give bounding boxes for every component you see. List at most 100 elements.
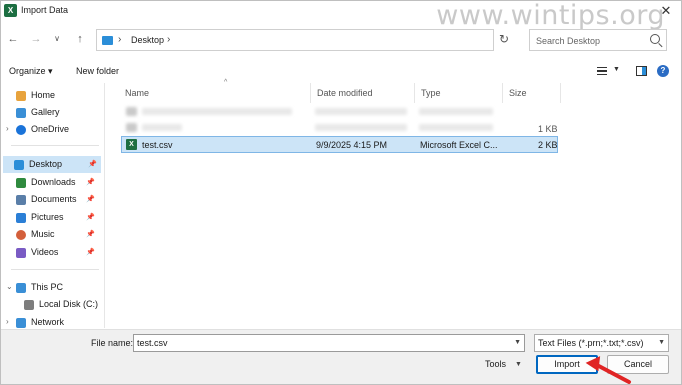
sidebar-item-label: Gallery — [31, 107, 60, 117]
sidebar-item-gallery[interactable]: Gallery — [5, 104, 99, 121]
pin-icon[interactable]: 📌 — [88, 160, 97, 168]
desktop-icon — [14, 160, 24, 170]
column-header-label: Date modified — [317, 88, 373, 98]
file-size: 2 KB — [538, 140, 558, 150]
pin-icon[interactable]: 📌 — [86, 248, 95, 256]
preview-pane-icon[interactable] — [636, 66, 647, 76]
downloads-icon — [16, 178, 26, 188]
refresh-icon[interactable]: ↻ — [499, 32, 509, 46]
sort-ascending-icon: ^ — [224, 79, 228, 86]
sidebar-item-label: Downloads — [31, 177, 76, 187]
address-location[interactable]: Desktop — [131, 35, 164, 45]
file-name-label: File name: — [91, 338, 134, 348]
sidebar-item-label: This PC — [31, 282, 64, 292]
file-type-filter-value[interactable]: Text Files (*.prn;*.txt;*.csv) — [538, 338, 644, 348]
sidebar-item-music[interactable]: Music 📌 — [5, 226, 99, 243]
navigation-bar: ← → ∨ ↑ › Desktop › ↻ Search Desktop — [1, 27, 681, 53]
help-icon[interactable]: ? — [657, 65, 669, 77]
local-disk-icon — [24, 300, 34, 310]
organize-button[interactable]: Organize ▾ — [9, 66, 53, 77]
sidebar-item-this-pc[interactable]: ⌄ This PC — [5, 279, 99, 296]
sidebar-item-videos[interactable]: Videos 📌 — [5, 244, 99, 261]
blurred-file-name — [142, 124, 182, 131]
chevron-down-icon[interactable]: ▼ — [514, 339, 521, 346]
address-bar[interactable]: › Desktop › — [96, 29, 494, 51]
sidebar-divider — [11, 145, 99, 146]
onedrive-icon — [16, 125, 26, 135]
sidebar-item-label: Local Disk (C:) — [39, 299, 99, 309]
up-arrow-icon[interactable]: ↑ — [72, 31, 88, 47]
sidebar-item-onedrive[interactable]: › OneDrive — [5, 121, 99, 138]
home-icon — [16, 91, 26, 101]
sidebar-item-desktop[interactable]: Desktop 📌 — [3, 156, 101, 173]
blurred-date — [315, 108, 407, 115]
blurred-file-icon — [126, 107, 137, 116]
tools-button[interactable]: Tools — [485, 359, 506, 369]
sidebar-item-home[interactable]: Home — [5, 87, 99, 104]
chevron-right-icon[interactable]: › — [6, 124, 9, 133]
excel-csv-file-icon: X — [126, 139, 137, 150]
sidebar-item-documents[interactable]: Documents 📌 — [5, 191, 99, 208]
back-arrow-icon[interactable]: ← — [5, 31, 21, 47]
search-icon[interactable] — [650, 34, 660, 44]
view-options-icon[interactable] — [597, 67, 607, 75]
file-name[interactable]: test.csv — [142, 140, 173, 150]
column-header-date[interactable]: Date modified — [311, 83, 415, 103]
column-header-label: Size — [509, 88, 527, 98]
file-list: Name ^ Date modified Type Size 1 KB X te… — [106, 79, 681, 328]
gallery-icon — [16, 108, 26, 118]
chevron-down-icon[interactable]: ⌄ — [6, 282, 13, 291]
chevron-down-icon[interactable]: ▼ — [658, 339, 665, 346]
file-name-value[interactable]: test.csv — [137, 338, 168, 348]
close-button[interactable]: ✕ — [657, 2, 675, 20]
sidebar-item-network[interactable]: › Network — [5, 314, 99, 328]
sidebar-item-label: Videos — [31, 247, 59, 257]
sidebar-item-label: Documents — [31, 194, 77, 204]
sidebar-item-downloads[interactable]: Downloads 📌 — [5, 174, 99, 191]
documents-icon — [16, 195, 26, 205]
chevron-right-icon[interactable]: › — [118, 34, 121, 45]
desktop-folder-icon — [102, 36, 113, 45]
network-icon — [16, 318, 26, 328]
file-type-filter-select[interactable]: Text Files (*.prn;*.txt;*.csv) ▼ — [534, 334, 669, 352]
column-header-name[interactable]: Name ^ — [119, 79, 311, 103]
sidebar-item-pictures[interactable]: Pictures 📌 — [5, 209, 99, 226]
pictures-icon — [16, 213, 26, 223]
sidebar-item-label: Network — [31, 317, 65, 327]
sidebar-item-local-disk[interactable]: Local Disk (C:) — [13, 296, 104, 313]
file-size: 1 KB — [538, 124, 558, 134]
view-caret-icon[interactable]: ▼ — [613, 66, 620, 73]
videos-icon — [16, 248, 26, 258]
pin-icon[interactable]: 📌 — [86, 178, 95, 186]
music-icon — [16, 230, 26, 240]
search-input[interactable]: Search Desktop — [536, 36, 600, 46]
new-folder-button[interactable]: New folder — [76, 66, 119, 76]
title-bar: X Import Data www.wintips.org ✕ — [1, 0, 681, 31]
forward-arrow-icon[interactable]: → — [28, 31, 44, 47]
column-header-label: Type — [421, 88, 441, 98]
table-row-selected[interactable]: X test.csv 9/9/2025 4:15 PM Microsoft Ex… — [121, 136, 558, 153]
column-header-type[interactable]: Type — [415, 83, 503, 103]
pin-icon[interactable]: 📌 — [86, 230, 95, 238]
blurred-file-name — [142, 108, 292, 115]
sidebar-item-label: Pictures — [31, 212, 64, 222]
tools-caret-icon[interactable]: ▼ — [515, 361, 522, 368]
chevron-right-icon[interactable]: › — [6, 317, 9, 326]
file-type: Microsoft Excel C... — [420, 140, 498, 150]
sidebar-item-label: Music — [31, 229, 55, 239]
column-header-size[interactable]: Size — [503, 83, 561, 103]
blurred-date — [315, 124, 407, 131]
search-box[interactable]: Search Desktop — [529, 29, 667, 51]
import-button[interactable]: Import — [536, 355, 598, 374]
column-header-label: Name — [125, 88, 150, 98]
navigation-pane: Home Gallery › OneDrive Desktop 📌 Downlo… — [1, 83, 105, 328]
pin-icon[interactable]: 📌 — [86, 195, 95, 203]
excel-app-icon: X — [4, 4, 17, 17]
pin-icon[interactable]: 📌 — [86, 213, 95, 221]
cancel-button[interactable]: Cancel — [607, 355, 669, 374]
chevron-right-icon[interactable]: › — [167, 34, 170, 45]
blurred-type — [419, 108, 493, 115]
recent-locations-chevron-icon[interactable]: ∨ — [49, 31, 65, 47]
command-bar: Organize ▾ New folder ▼ ? — [1, 61, 681, 81]
file-name-input[interactable]: test.csv ▼ — [133, 334, 525, 352]
